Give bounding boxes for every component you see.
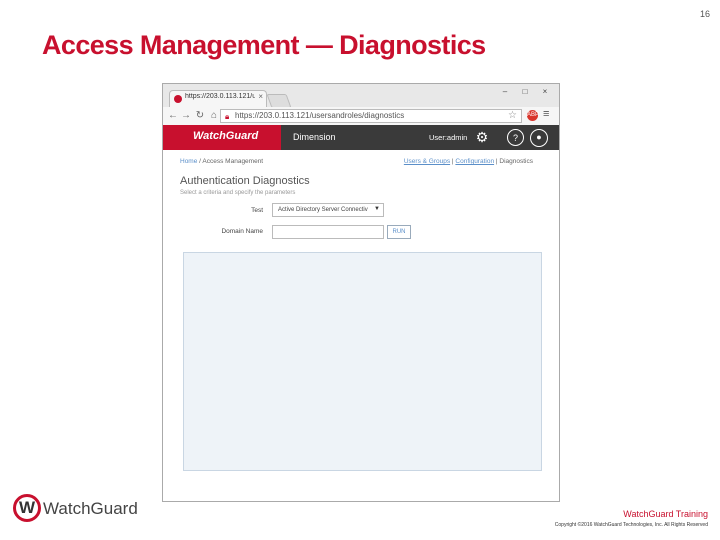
browser-tab[interactable]: https://203.0.113.121/usc × bbox=[169, 90, 267, 107]
run-button[interactable]: RUN bbox=[387, 225, 411, 239]
logo-mark-icon: W bbox=[13, 494, 41, 522]
test-select-value: Active Directory Server Connectiv bbox=[278, 207, 368, 213]
chevron-down-icon: ▼ bbox=[374, 206, 380, 212]
breadcrumb-current: Access Management bbox=[202, 158, 264, 165]
browser-window: https://203.0.113.121/usc × – □ × ← → ↻ … bbox=[162, 83, 560, 502]
tab-close-icon[interactable]: × bbox=[258, 92, 263, 101]
sub-navigation: Users & Groups | Configuration | Diagnos… bbox=[403, 158, 533, 165]
home-icon[interactable]: ⌂ bbox=[208, 110, 220, 121]
favicon-icon bbox=[174, 95, 182, 103]
window-close-icon[interactable]: × bbox=[537, 87, 553, 96]
results-panel bbox=[183, 252, 542, 471]
domain-name-label: Domain Name bbox=[221, 228, 263, 235]
subnav-users-groups[interactable]: Users & Groups bbox=[404, 158, 450, 165]
logo-text: WatchGuard bbox=[43, 499, 138, 518]
watchguard-logo: W WatchGuard bbox=[13, 493, 138, 527]
user-label[interactable]: User:admin bbox=[429, 133, 467, 142]
app-name: Dimension bbox=[293, 132, 336, 142]
browser-toolbar: ← → ↻ ⌂ 🔒︎ https://203.0.113.121/usersan… bbox=[163, 107, 559, 126]
subnav-diagnostics: Diagnostics bbox=[499, 158, 533, 165]
domain-name-input[interactable] bbox=[272, 225, 384, 239]
reload-icon[interactable]: ↻ bbox=[194, 110, 206, 121]
bookmark-star-icon[interactable]: ☆ bbox=[508, 110, 517, 121]
tab-strip: https://203.0.113.121/usc × – □ × bbox=[163, 84, 559, 108]
maximize-icon[interactable]: □ bbox=[517, 87, 533, 96]
page-subheading: Select a criteria and specify the parame… bbox=[180, 190, 296, 196]
slide-title: Access Management — Diagnostics bbox=[42, 30, 486, 60]
subnav-configuration[interactable]: Configuration bbox=[455, 158, 494, 165]
back-icon[interactable]: ← bbox=[167, 110, 179, 121]
brand-logo: WatchGuard bbox=[163, 125, 281, 150]
page-content: Home / Access Management Users & Groups … bbox=[163, 150, 559, 501]
help-icon[interactable]: ? bbox=[507, 129, 524, 146]
test-label: Test bbox=[251, 207, 263, 214]
page-heading: Authentication Diagnostics bbox=[180, 175, 310, 187]
minimize-icon[interactable]: – bbox=[497, 87, 513, 96]
tab-title: https://203.0.113.121/usc bbox=[185, 93, 255, 100]
breadcrumb-home[interactable]: Home bbox=[180, 158, 197, 165]
lock-icon: 🔒︎ bbox=[225, 112, 230, 121]
browser-menu-icon[interactable]: ≡ bbox=[543, 108, 549, 120]
new-tab-button[interactable] bbox=[266, 94, 292, 108]
forward-icon[interactable]: → bbox=[180, 110, 192, 121]
brand-logo-text: WatchGuard bbox=[193, 130, 259, 142]
url-text: https://203.0.113.121/usersandroles/diag… bbox=[235, 111, 405, 120]
address-bar[interactable]: 🔒︎ https://203.0.113.121/usersandroles/d… bbox=[220, 109, 522, 123]
adblock-extension-icon[interactable]: ABP bbox=[527, 110, 539, 121]
copyright-text: Copyright ©2016 WatchGuard Technologies,… bbox=[554, 522, 708, 528]
gear-icon[interactable]: ⚙ bbox=[473, 128, 491, 146]
app-header: WatchGuard Dimension User:admin ⚙ ? ● bbox=[163, 125, 559, 150]
slide-number: 16 bbox=[699, 9, 710, 19]
breadcrumb-separator: / bbox=[199, 158, 201, 165]
test-select[interactable]: Active Directory Server Connectiv ▼ bbox=[272, 203, 384, 217]
user-icon[interactable]: ● bbox=[530, 129, 548, 147]
breadcrumb: Home / Access Management bbox=[180, 158, 263, 165]
training-label: WatchGuard Training bbox=[623, 509, 708, 519]
